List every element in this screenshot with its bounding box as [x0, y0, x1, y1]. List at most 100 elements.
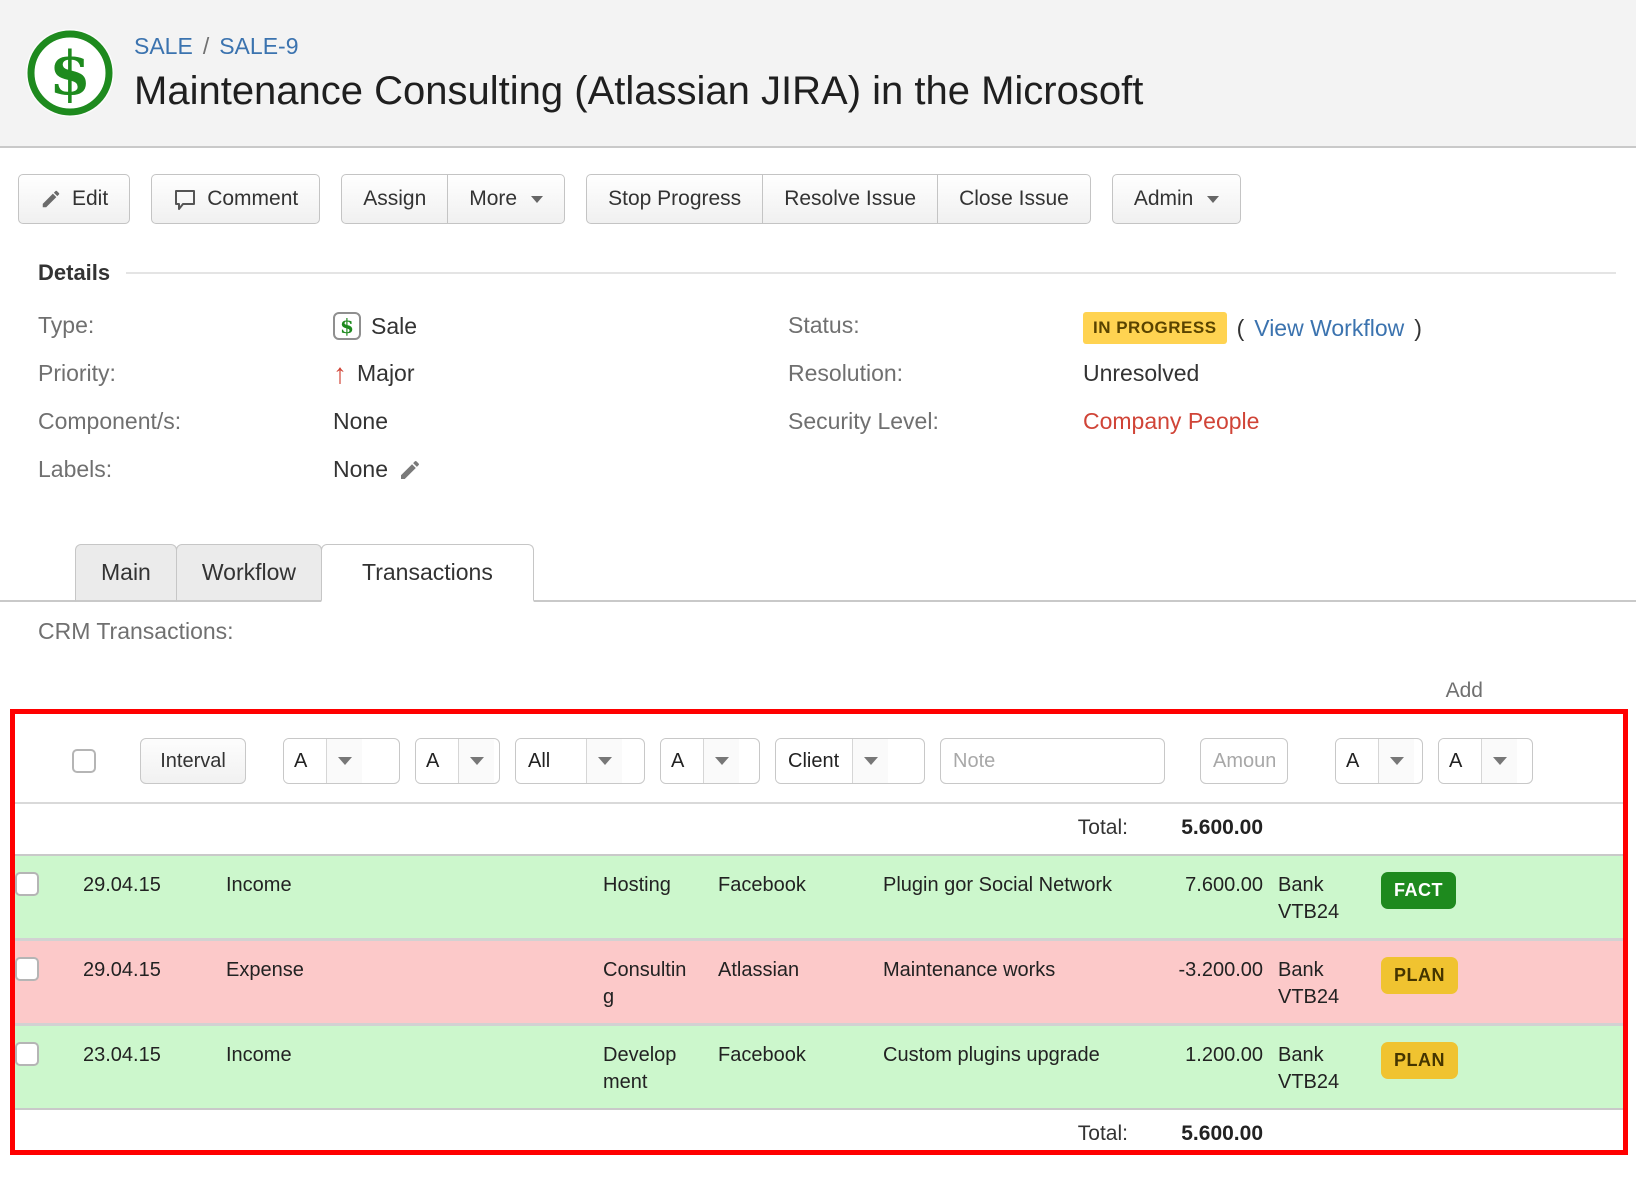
admin-button-label: Admin — [1134, 187, 1194, 211]
transaction-note: Maintenance works — [883, 957, 1128, 984]
transaction-note: Plugin gor Social Network — [883, 872, 1128, 899]
stop-progress-button[interactable]: Stop Progress — [586, 174, 763, 224]
chevron-down-icon — [1207, 196, 1219, 203]
select-all-checkbox[interactable] — [72, 749, 96, 773]
account-filter-dropdown[interactable]: A — [1335, 738, 1423, 784]
close-issue-button[interactable]: Close Issue — [938, 174, 1091, 224]
client-filter-dropdown[interactable]: Client — [775, 738, 925, 784]
transaction-row: 23.04.15 Income Development Facebook Cus… — [15, 1023, 1623, 1108]
transaction-date: 29.04.15 — [83, 957, 211, 984]
admin-dropdown-button[interactable]: Admin — [1112, 174, 1242, 224]
breadcrumb-separator: / — [203, 33, 209, 59]
pencil-icon — [40, 188, 62, 210]
chevron-down-icon — [586, 739, 622, 783]
view-workflow-link[interactable]: View Workflow — [1254, 315, 1404, 342]
transaction-amount: 7.600.00 — [1143, 872, 1263, 899]
chevron-down-icon — [458, 739, 494, 783]
chevron-down-icon — [1481, 739, 1517, 783]
transaction-category: Development — [603, 1042, 688, 1096]
transaction-account: Bank VTB24 — [1278, 1042, 1366, 1096]
comment-button[interactable]: Comment — [151, 174, 320, 224]
chevron-down-icon — [852, 739, 888, 783]
breadcrumb-issue-link[interactable]: SALE-9 — [219, 33, 298, 59]
status-badge-plan: PLAN — [1381, 1042, 1458, 1079]
details-module: Details Type: $ Sale Priority: ↑ Major C… — [38, 260, 1616, 504]
labels-value: None — [333, 456, 388, 483]
transaction-client: Atlassian — [718, 957, 868, 984]
transaction-type: Expense — [226, 957, 343, 984]
account-filter-value: A — [1336, 739, 1378, 783]
transaction-row: 29.04.15 Income Hosting Facebook Plugin … — [15, 854, 1623, 938]
type-value: Sale — [371, 313, 417, 340]
transaction-row: 29.04.15 Expense Consulting Atlassian Ma… — [15, 938, 1623, 1023]
type-filter-dropdown[interactable]: A — [283, 738, 400, 784]
add-transaction-link[interactable]: Add — [1446, 679, 1483, 702]
transaction-amount: 1.200.00 — [1143, 1042, 1263, 1069]
breadcrumb-project-link[interactable]: SALE — [134, 33, 193, 59]
note-filter-input[interactable] — [940, 738, 1165, 784]
resolution-row: Resolution: Unresolved — [788, 360, 1616, 408]
type-label: Type: — [38, 312, 333, 339]
tab-transactions[interactable]: Transactions — [321, 544, 534, 602]
issue-header: $ SALE/SALE-9 Maintenance Consulting (At… — [0, 0, 1636, 148]
transaction-type: Income — [226, 872, 343, 899]
chevron-down-icon — [531, 196, 543, 203]
tab-main[interactable]: Main — [75, 544, 177, 602]
status-badge: IN PROGRESS — [1083, 312, 1227, 344]
security-level-row: Security Level: Company People — [788, 408, 1616, 456]
category-filter-value: A — [661, 739, 703, 783]
type-row: Type: $ Sale — [38, 312, 788, 360]
priority-value: Major — [357, 360, 415, 387]
total-row-top: Total: 5.600.00 — [15, 804, 1623, 854]
total-value: 5.600.00 — [1143, 1122, 1263, 1146]
assign-button[interactable]: Assign — [341, 174, 448, 224]
breadcrumb: SALE / SALE-9 — [134, 33, 1143, 60]
labels-label: Labels: — [38, 456, 333, 483]
crm-transactions-label: CRM Transactions: — [38, 618, 1636, 645]
row-checkbox[interactable] — [15, 872, 39, 896]
resolve-issue-label: Resolve Issue — [784, 187, 916, 211]
details-heading-label: Details — [38, 260, 110, 286]
transaction-date: 23.04.15 — [83, 1042, 211, 1069]
filter-2-value: A — [416, 739, 458, 783]
edit-labels-pencil-icon[interactable] — [398, 458, 422, 482]
tab-workflow[interactable]: Workflow — [176, 544, 322, 602]
paren-close: ) — [1414, 315, 1422, 342]
category-filter-dropdown[interactable]: A — [660, 738, 760, 784]
add-row: Add — [0, 679, 1483, 703]
more-dropdown-button[interactable]: More — [448, 174, 565, 224]
transaction-date: 29.04.15 — [83, 872, 211, 899]
status-filter-dropdown[interactable]: A — [1438, 738, 1533, 784]
row-checkbox[interactable] — [15, 1042, 39, 1066]
issue-toolbar: Edit Comment Assign More Stop Progress R… — [18, 174, 1636, 224]
workflow-buttons-group: Stop Progress Resolve Issue Close Issue — [586, 174, 1091, 224]
priority-row: Priority: ↑ Major — [38, 360, 788, 408]
transaction-amount: -3.200.00 — [1143, 957, 1263, 984]
status-label: Status: — [788, 312, 1083, 339]
status-badge-plan: PLAN — [1381, 957, 1458, 994]
edit-button[interactable]: Edit — [18, 174, 130, 224]
type-filter-value: A — [284, 739, 326, 783]
resolution-label: Resolution: — [788, 360, 1083, 387]
transaction-client: Facebook — [718, 1042, 868, 1069]
row-checkbox[interactable] — [15, 957, 39, 981]
security-level-value[interactable]: Company People — [1083, 408, 1259, 435]
edit-button-label: Edit — [72, 187, 108, 211]
filter-dropdown-3[interactable]: All — [515, 738, 645, 784]
total-label: Total: — [883, 1122, 1128, 1146]
interval-filter-button[interactable]: Interval — [140, 738, 246, 784]
filter-dropdown-2[interactable]: A — [415, 738, 500, 784]
filter-row: Interval A A All A Client A A — [15, 714, 1623, 802]
transaction-type: Income — [226, 1042, 343, 1069]
assign-button-label: Assign — [363, 187, 426, 211]
amount-filter-input[interactable] — [1200, 738, 1288, 784]
priority-label: Priority: — [38, 360, 333, 387]
client-filter-value: Client — [776, 739, 852, 783]
chevron-down-icon — [1378, 739, 1414, 783]
transactions-table-annotation-box: Interval A A All A Client A A — [10, 709, 1628, 1155]
transaction-client: Facebook — [718, 872, 868, 899]
resolve-issue-button[interactable]: Resolve Issue — [763, 174, 938, 224]
security-level-label: Security Level: — [788, 408, 1083, 435]
total-label: Total: — [883, 816, 1128, 840]
filter-3-value: All — [516, 739, 586, 783]
